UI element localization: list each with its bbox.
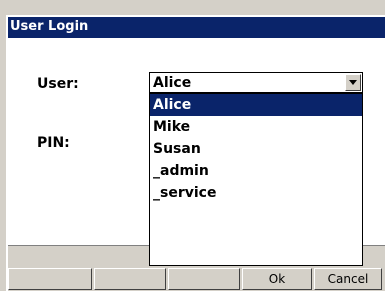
user-dropdown-list[interactable]: Alice Mike Susan _admin _service: [149, 93, 363, 266]
cancel-button[interactable]: Cancel: [314, 268, 382, 290]
blank-button-3[interactable]: [168, 268, 240, 290]
option-susan[interactable]: Susan: [150, 138, 362, 160]
blank-button-2[interactable]: [94, 268, 166, 290]
window-title: User Login: [10, 19, 89, 34]
blank-button-1[interactable]: [8, 268, 92, 290]
user-label: User:: [37, 76, 79, 92]
pin-label: PIN:: [37, 135, 70, 151]
title-bar: User Login: [8, 17, 385, 38]
option-admin[interactable]: _admin: [150, 160, 362, 182]
chevron-down-icon: [349, 80, 357, 85]
option-mike[interactable]: Mike: [150, 116, 362, 138]
button-bar: Ok Cancel: [8, 268, 385, 291]
option-service[interactable]: _service: [150, 182, 362, 204]
ok-button[interactable]: Ok: [242, 268, 312, 290]
user-combobox[interactable]: Alice: [149, 72, 363, 93]
login-window: User Login User: PIN: Alice Alice Mike S…: [6, 15, 385, 291]
user-combobox-value: Alice: [153, 75, 192, 91]
option-alice[interactable]: Alice: [150, 94, 362, 116]
dropdown-button[interactable]: [345, 74, 361, 91]
